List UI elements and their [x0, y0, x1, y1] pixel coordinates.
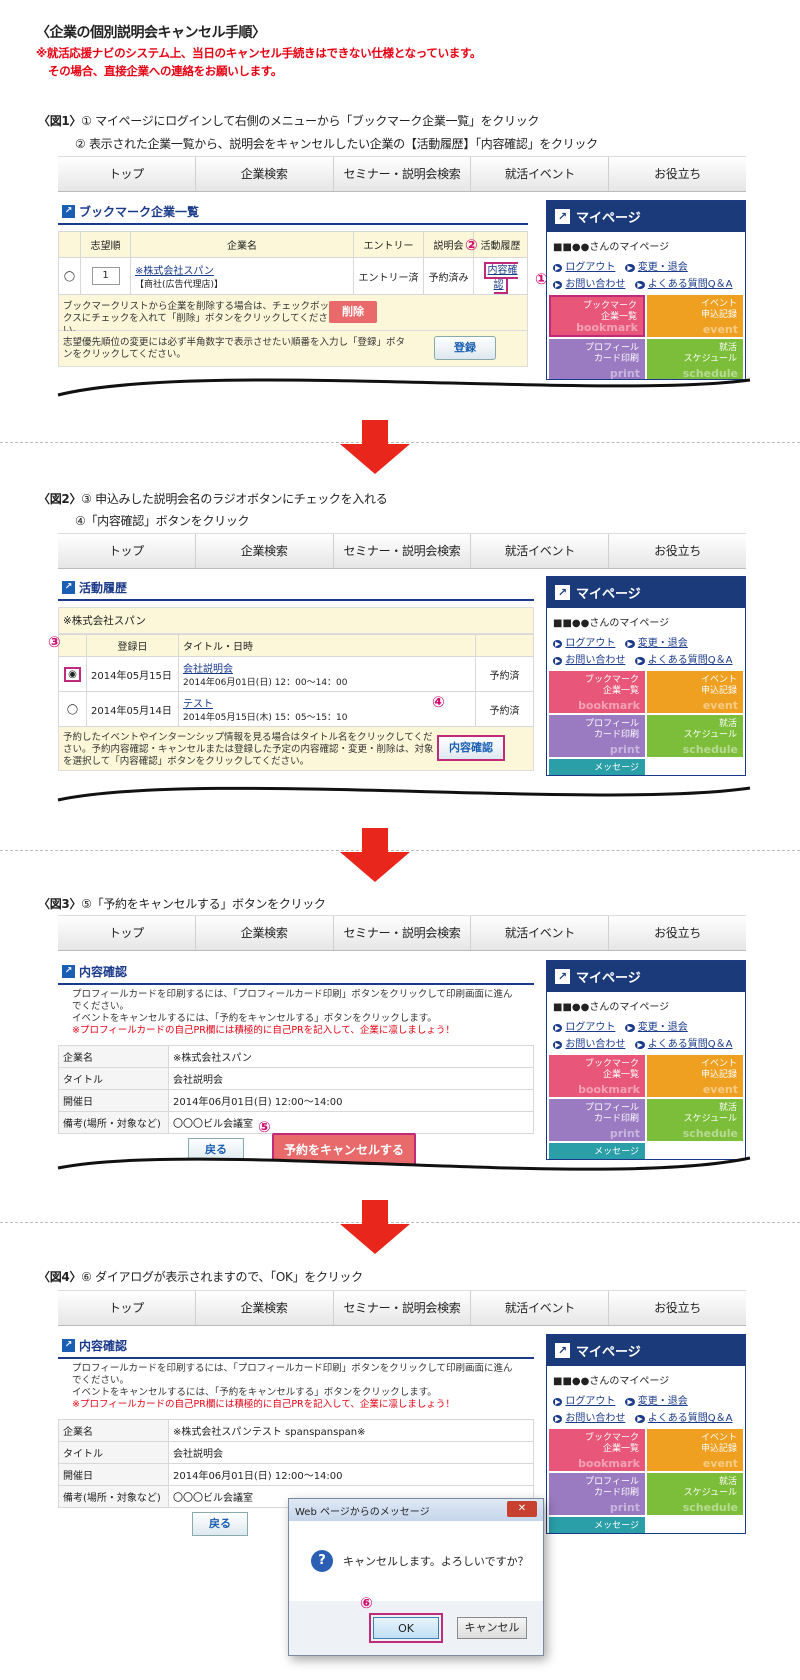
logout-link[interactable]: ログアウト [553, 262, 615, 273]
bookmark-table: 志望順 企業名 エントリー 説明会 活動履歴 ◯ 1 ※株式会社スパン 【商社(広… [58, 231, 528, 295]
event-tile[interactable]: イベント 申込記録 event [647, 295, 743, 337]
history-panel: ↗ 活動履歴 ※株式会社スパン 登録日 タイトル・日時 ◉ 2014年05月15日 会社… [58, 576, 534, 771]
seminar-status: 予約済み [423, 257, 474, 295]
nav-company-search[interactable]: 企業検索 [196, 157, 334, 191]
history-table: 登録日 タイトル・日時 ◉ 2014年05月15日 会社説明会 2014年06月01日(… [58, 634, 534, 727]
nav-bar: トップ 企業検索 セミナー・説明会検索 就活イベント お役立ち [58, 1290, 746, 1326]
tear-wave-1 [0, 378, 800, 410]
detail-panel-2: ↗ 内容確認 プロフィールカードを印刷するには、「プロフィールカード印刷」ボタンを… [58, 1334, 534, 1508]
mypage-panel-3: ↗マイページ ■■●●さんのマイページ ログアウト変更・退会 お問い合わせよくあ… [546, 960, 746, 1160]
nav-top[interactable]: トップ [58, 157, 196, 191]
faq-link[interactable]: よくある質問Q＆A [635, 279, 733, 290]
link-icon: ↗ [62, 205, 75, 218]
bookmark-tile[interactable]: ブックマーク 企業一覧 bookmark [549, 295, 645, 337]
history-confirm-link[interactable]: 内容確認 [483, 262, 518, 294]
marker-2: ② [465, 236, 478, 254]
fig2-step2: ④「内容確認」ボタンをクリック [75, 514, 250, 528]
back-button[interactable]: 戻る [192, 1512, 248, 1536]
detail-table: 企業名 ※株式会社スパン タイトル 会社説明会 開催日 2014年06月01日(日) … [58, 1045, 534, 1134]
marker-3: ③ [48, 633, 61, 651]
link-icon: ↗ [62, 581, 75, 594]
page-title: 〈企業の個別説明会キャンセル手順〉 [36, 25, 266, 41]
delete-button[interactable]: 削除 [329, 301, 377, 323]
mypage-icon: ↗ [555, 209, 570, 224]
radio-button[interactable]: ◯ [67, 704, 78, 715]
mypage-panel-4: ↗マイページ ■■●●さんのマイページ ログアウト変更・退会 お問い合わせよくあ… [546, 1334, 746, 1534]
marker-6: ⑥ [360, 1594, 373, 1612]
dialog-cancel-button[interactable]: キャンセル [457, 1617, 527, 1639]
panel-title: ↗ ブックマーク企業一覧 [58, 200, 528, 225]
entry-status: エントリー済 [353, 257, 424, 295]
close-icon[interactable]: ✕ [507, 1501, 537, 1517]
warning-line-1: ※就活応援ナビのシステム上、当日のキャンセル手続きはできない仕様となっています。 [36, 46, 482, 60]
detail-panel: ↗ 内容確認 プロフィールカードを印刷するには、「プロフィールカード印刷」ボタンを… [58, 960, 534, 1134]
register-note: 志望優先順位の変更には必ず半角数字で表示させたい順番を入力し「登録」ボタンをクリ… [63, 337, 406, 360]
down-arrow-icon [340, 1200, 410, 1254]
mypage-panel-2: ↗マイページ ■■●●さんのマイページ ログアウト変更・退会 お問い合わせよくあ… [546, 576, 746, 776]
nav-bar: トップ 企業検索 セミナー・説明会検索 就活イベント お役立ち [58, 533, 746, 569]
nav-bar: トップ 企業検索 セミナー・説明会検索 就活イベント お役立ち [58, 156, 746, 192]
bookmark-panel: ↗ ブックマーク企業一覧 志望順 企業名 エントリー 説明会 活動履歴 ◯ 1 ※… [58, 200, 528, 367]
tear-wave-2 [0, 786, 800, 820]
confirm-dialog: Web ページからのメッセージ ✕ ? キャンセルします。よろしいですか？ OK… [288, 1498, 544, 1656]
radio-button[interactable]: ◯ [64, 271, 75, 282]
ok-button[interactable]: OK [373, 1617, 439, 1639]
nav-event[interactable]: 就活イベント [471, 157, 610, 191]
contact-link[interactable]: お問い合わせ [553, 279, 625, 290]
marker-4: ④ [432, 693, 445, 711]
question-icon: ? [311, 1550, 333, 1572]
nav-seminar-search[interactable]: セミナー・説明会検索 [334, 157, 472, 191]
marker-5: ⑤ [258, 1118, 271, 1136]
fig1-step1: 〈図1〉① マイページにログインして右側のメニューから「ブックマーク企業一覧」を… [38, 114, 540, 128]
change-link[interactable]: 変更・退会 [625, 262, 688, 273]
register-button[interactable]: 登録 [434, 336, 496, 360]
warning-line-2: その場合、直接企業への連絡をお願いします。 [48, 64, 283, 78]
event-title-link[interactable]: 会社説明会 [183, 660, 471, 675]
mypage-panel-1: ↗マイページ ■■●●さんのマイページ ログアウト変更・退会 お問い合わせよくあ… [546, 200, 746, 380]
fig3-step1: 〈図3〉⑤「予約をキャンセルする」ボタンをクリック [38, 897, 326, 911]
radio-checked[interactable]: ◉ [64, 666, 81, 682]
fig1-step2: ② 表示された企業一覧から、説明会をキャンセルしたい企業の【活動履歴】「内容確認… [75, 137, 598, 151]
fig2-step1: 〈図2〉③ 申込みした説明会名のラジオボタンにチェックを入れる [38, 492, 388, 506]
nav-useful[interactable]: お役立ち [609, 157, 746, 191]
tear-wave-3 [0, 1156, 800, 1200]
confirm-button[interactable]: 内容確認 [437, 735, 505, 761]
event-title-link[interactable]: テスト [183, 695, 471, 710]
down-arrow-icon [340, 420, 410, 474]
company-link[interactable]: ※株式会社スパン [135, 262, 349, 277]
down-arrow-icon [340, 828, 410, 882]
rank-input[interactable]: 1 [91, 267, 120, 285]
dialog-titlebar: Web ページからのメッセージ ✕ [289, 1499, 543, 1521]
fig4-step1: 〈図4〉⑥ ダイアログが表示されますので、「OK」をクリック [38, 1270, 363, 1284]
nav-bar: トップ 企業検索 セミナー・説明会検索 就活イベント お役立ち [58, 915, 746, 951]
